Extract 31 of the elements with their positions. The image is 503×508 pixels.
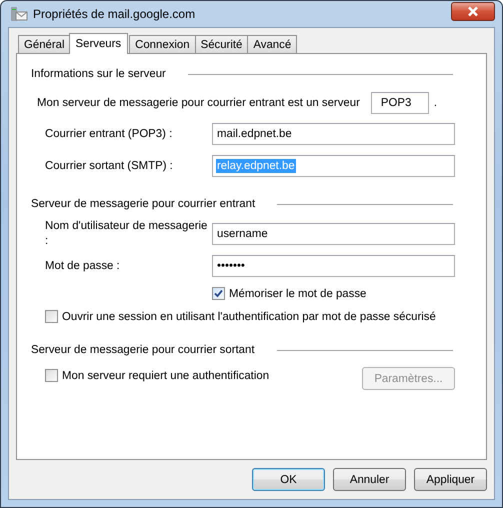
checkbox-label: Mémoriser le mot de passe xyxy=(229,288,366,300)
field-label: Courrier sortant (SMTP) : xyxy=(45,158,174,174)
period-text: . xyxy=(434,97,438,109)
input-field[interactable]: mail.edpnet.be xyxy=(212,123,455,145)
field-label: Nom d'utilisateur de messagerie : xyxy=(45,219,208,249)
group-heading: Serveur de messagerie pour courrier sortant xyxy=(31,344,254,356)
dialog-button[interactable]: OK xyxy=(252,468,325,491)
dialog-button[interactable]: Annuler xyxy=(333,468,406,491)
checkbox[interactable] xyxy=(212,287,225,300)
checkbox-label: Mon serveur requiert une authentification xyxy=(62,370,270,382)
input-field[interactable]: username xyxy=(212,223,455,245)
field-label: Mon serveur de messagerie pour courrier entrant est un serveur xyxy=(37,97,360,109)
close-button[interactable] xyxy=(451,2,495,20)
checkbox[interactable] xyxy=(45,310,58,323)
tab[interactable]: Sécurité xyxy=(194,35,248,53)
group-heading: Serveur de messagerie pour courrier entrant xyxy=(31,198,256,210)
close-icon xyxy=(466,6,480,16)
tab[interactable]: Serveurs xyxy=(68,33,128,54)
dialog-button[interactable]: Appliquer xyxy=(414,468,487,491)
field-label: Mot de passe : xyxy=(45,258,121,274)
mail-server-icon xyxy=(10,6,28,22)
checkbox[interactable] xyxy=(45,369,58,382)
group-heading: Informations sur le serveur xyxy=(31,68,166,80)
server-type-field[interactable]: POP3 xyxy=(370,92,429,114)
tab[interactable]: Connexion xyxy=(129,35,196,53)
tab[interactable]: Avancé xyxy=(247,35,298,53)
field-label: Courrier entrant (POP3) : xyxy=(45,126,174,142)
checkbox-label: Ouvrir une session en utilisant l'authentification par mot de passe sécurisé xyxy=(62,310,436,322)
password-field[interactable]: ••••••• xyxy=(212,255,455,277)
tab[interactable]: Général xyxy=(18,35,71,53)
window-title: Propriétés de mail.google.com xyxy=(33,7,196,21)
